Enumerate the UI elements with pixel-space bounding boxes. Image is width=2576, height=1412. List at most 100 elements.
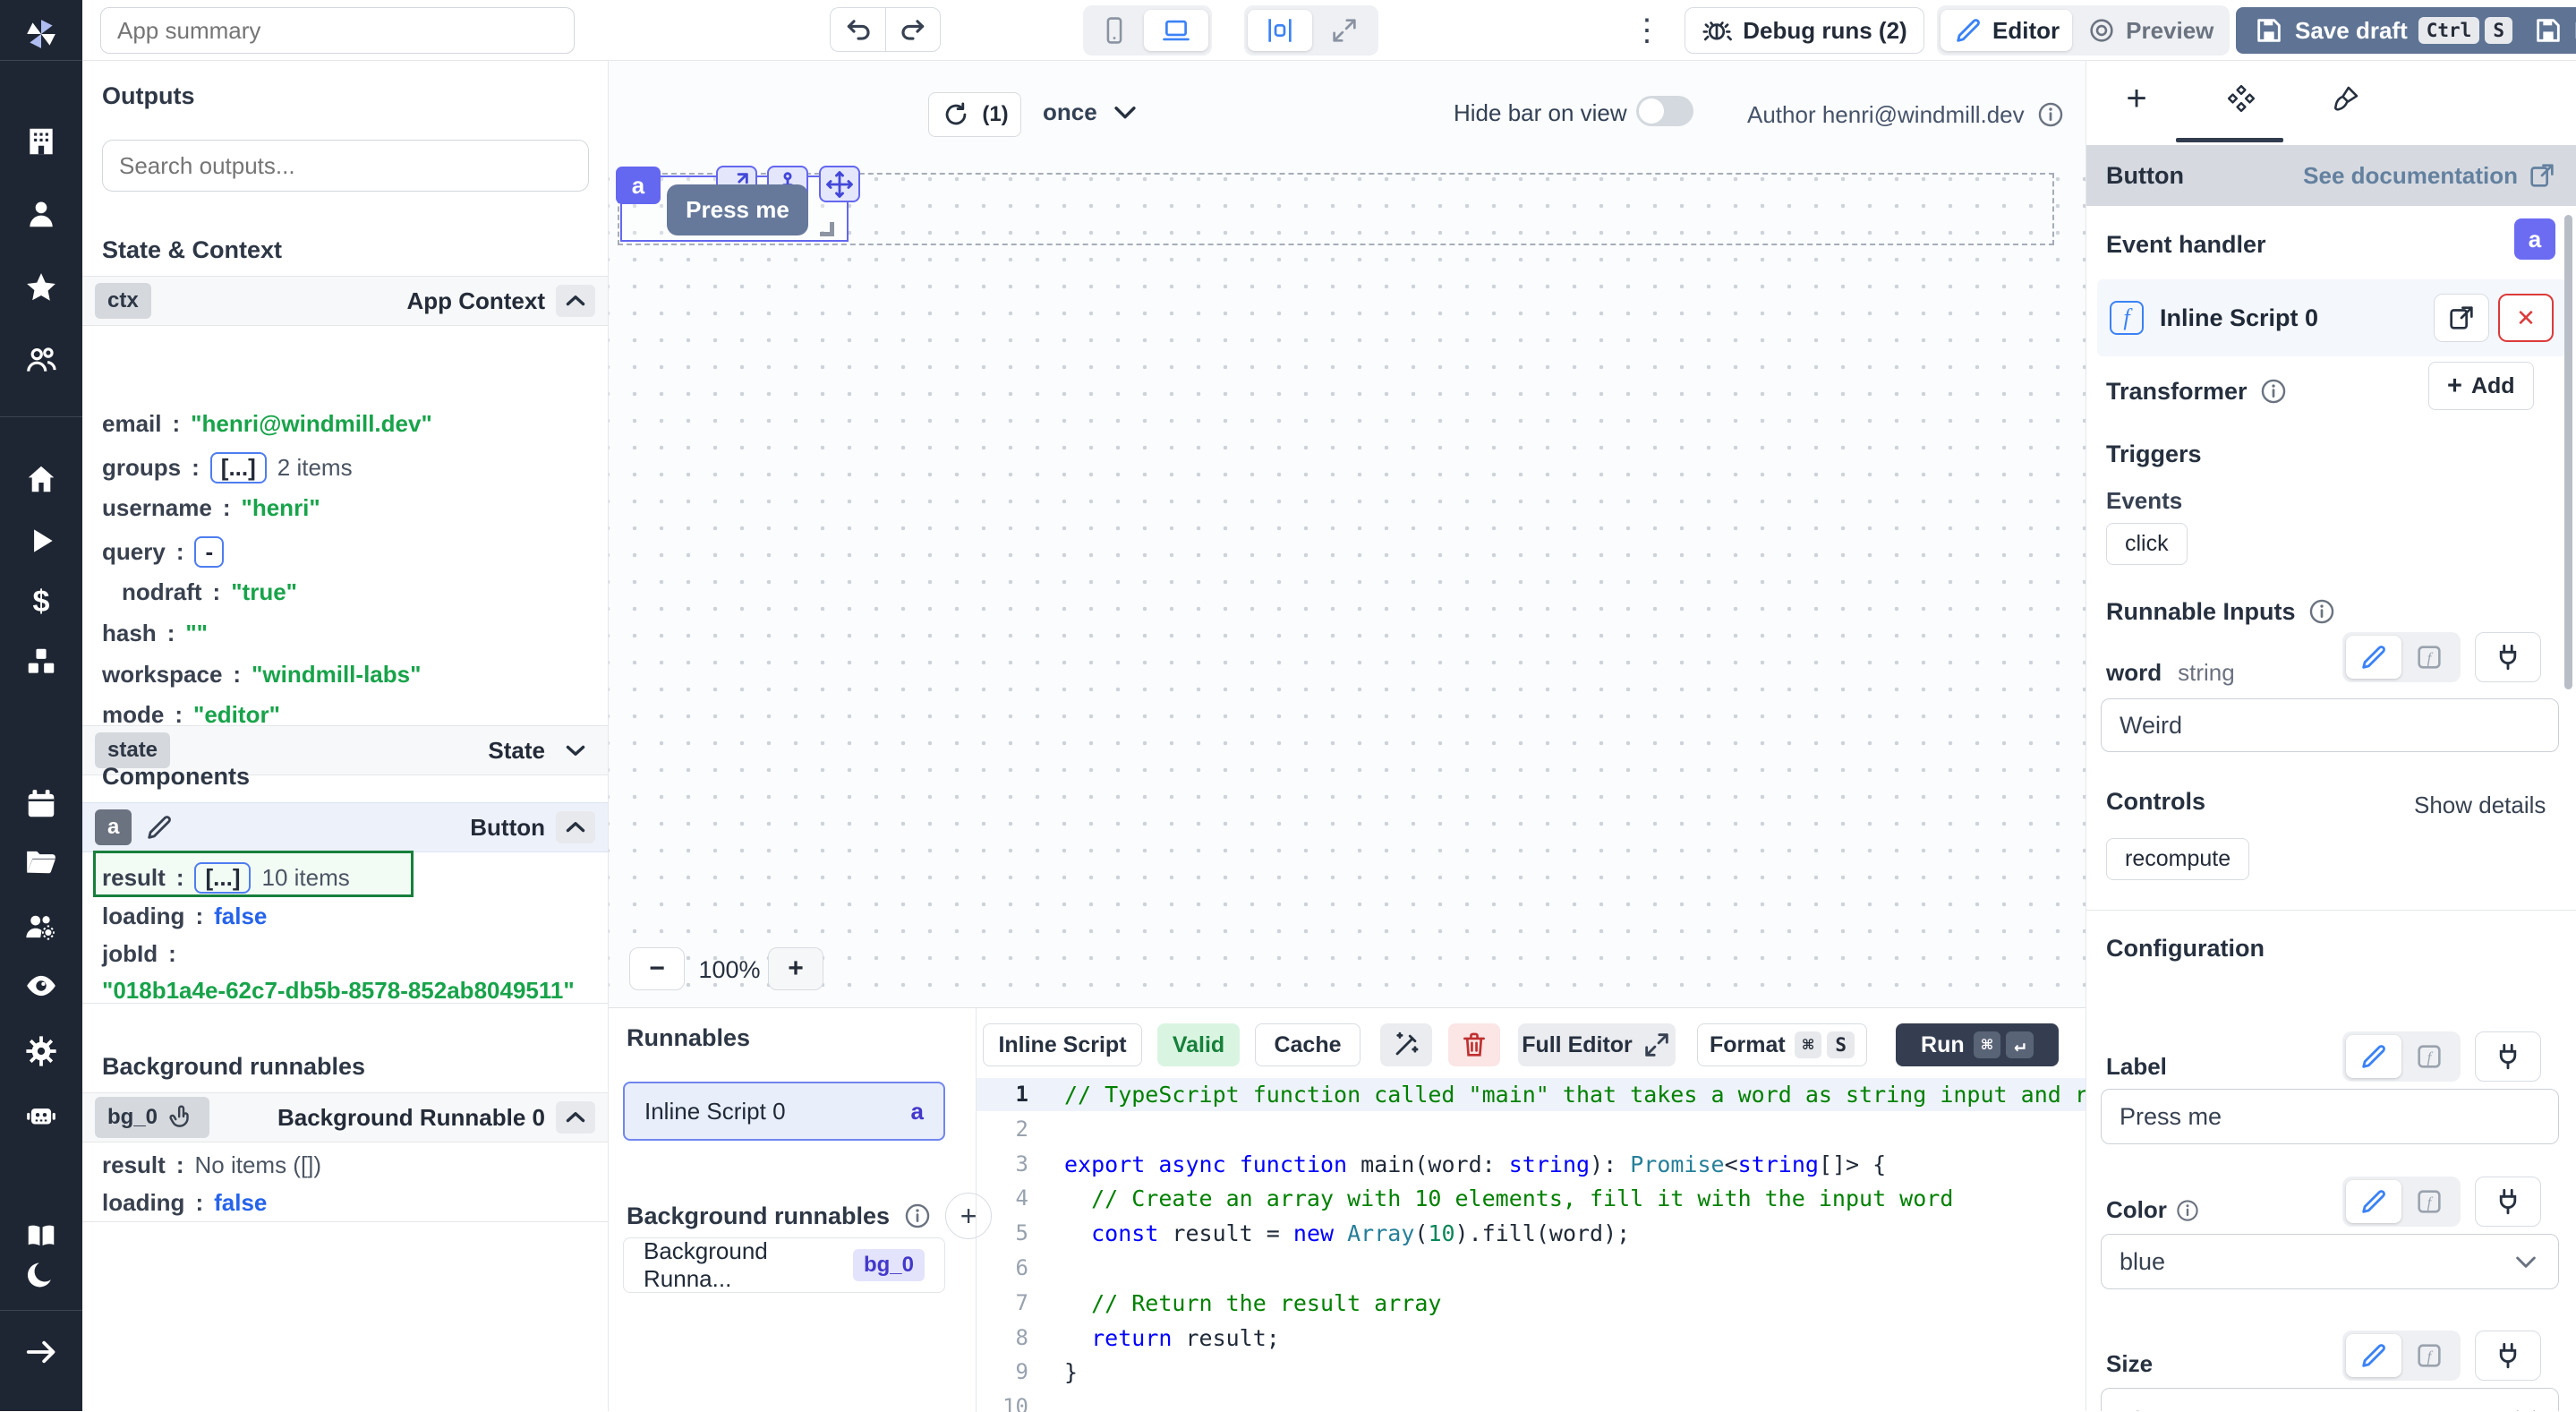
see-documentation-link[interactable]: See documentation [2303,160,2557,191]
ctx-collapse-button[interactable] [556,285,595,317]
config-select-color[interactable]: blue [2101,1234,2559,1289]
rail-eye-button[interactable] [0,964,82,1007]
eval-mode-button[interactable]: f [2401,636,2457,679]
debug-runs-button[interactable]: Debug runs (2) [1685,7,1924,54]
refresh-mode-select[interactable]: once [1043,97,1140,127]
ctx-row-workspace[interactable]: workspace:"windmill-labs" [102,661,421,689]
inline-script-row[interactable]: f Inline Script 0 ✕ [2097,279,2566,356]
rail-user-button[interactable] [0,193,82,235]
rail-book-button[interactable] [0,1214,82,1257]
bg0-collapse-button[interactable] [556,1101,595,1134]
format-button[interactable]: Format⌘S [1697,1023,1867,1066]
ctx-row-nodraft[interactable]: nodraft:"true" [122,578,297,606]
app-summary-input[interactable] [100,7,575,54]
static-value-mode-button[interactable] [2346,1035,2401,1078]
tab-styling[interactable] [2310,73,2382,124]
eval-mode-button[interactable]: f [2401,1035,2457,1078]
open-script-button[interactable] [2434,294,2489,342]
word-input[interactable] [2101,698,2559,752]
undo-button[interactable] [830,7,885,52]
bg-row-result[interactable]: result:No items ([]) [102,1151,321,1179]
hide-bar-toggle[interactable] [1636,96,1693,126]
connect-input-button[interactable] [2475,1031,2541,1082]
cache-button[interactable]: Cache [1255,1023,1361,1066]
component-row-loading[interactable]: loading:false [102,903,267,930]
event-chip-click[interactable]: click [2106,523,2188,565]
rail-play-button[interactable] [0,519,82,562]
runnable-item-inline-script-0[interactable]: Inline Script 0a [623,1082,945,1141]
component-a-section-header[interactable]: a Button [82,802,608,852]
press-me-button[interactable]: Press me [667,184,808,235]
refresh-button[interactable]: (1) [928,92,1021,137]
component-row-jobId[interactable]: jobId: [102,940,176,968]
component-row-value[interactable]: "018b1a4e-62c7-db5b-8578-852ab8049511" [102,977,575,1005]
panel-scrollbar[interactable] [2564,215,2572,689]
app-canvas[interactable]: (1) once Hide bar on view Author henri@w… [609,61,2086,1007]
delete-script-button[interactable] [1448,1023,1500,1066]
connect-input-button[interactable] [2475,1331,2541,1381]
config-select-size[interactable]: xs [2101,1388,2559,1411]
config-input-label[interactable] [2101,1089,2559,1144]
rail-building-button[interactable] [0,120,82,163]
rail-users-gear-button[interactable] [0,906,82,949]
add-transformer-button[interactable]: +Add [2428,362,2534,410]
save-draft-button[interactable]: Save draft CtrlS [2236,7,2530,54]
rail-users-button[interactable] [0,338,82,381]
edit-component-icon[interactable] [144,812,175,843]
mobile-view-button[interactable] [1087,10,1142,51]
eval-mode-button[interactable]: f [2401,1180,2457,1223]
deploy-button[interactable]: Deploy [2515,7,2576,54]
tab-preview[interactable]: Preview [2074,10,2226,51]
code-editor[interactable]: 1// TypeScript function called "main" th… [977,1078,2086,1412]
ctx-row-hash[interactable]: hash:"" [102,620,208,647]
rail-moon-button[interactable] [0,1254,82,1296]
redo-button[interactable] [885,7,941,52]
zoom-in-button[interactable]: + [768,947,823,990]
connect-input-button[interactable] [2475,632,2541,682]
ctx-row-query[interactable]: query:- [102,536,224,568]
rail-home-button[interactable] [0,458,82,501]
static-value-mode-button[interactable] [2346,636,2401,679]
rail-arrow-right-button[interactable] [0,1331,82,1373]
tab-component-settings[interactable] [2201,73,2282,124]
zoom-out-button[interactable]: − [629,947,685,990]
ctx-row-email[interactable]: email:"henri@windmill.dev" [102,410,432,438]
static-value-mode-button[interactable] [2346,1334,2401,1377]
bg-runnable-item[interactable]: Background Runna...bg_0 [623,1237,945,1293]
rail-dollar-button[interactable]: $ [0,580,82,623]
rail-gear-button[interactable] [0,1030,82,1073]
rail-cubes-button[interactable] [0,640,82,683]
remove-script-button[interactable]: ✕ [2498,294,2554,342]
run-button[interactable]: Run⌘↵ [1896,1023,2059,1066]
bg0-section-header[interactable]: bg_0 Background Runnable 0 [82,1092,608,1142]
move-component-button[interactable] [819,166,860,202]
desktop-view-button[interactable] [1144,10,1208,51]
bg-row-loading[interactable]: loading:false [102,1189,267,1217]
component-collapse-button[interactable] [556,811,595,843]
fullwidth-layout-button[interactable] [1314,10,1375,51]
resize-handle[interactable] [820,222,834,236]
rail-folder-button[interactable] [0,840,82,883]
component-row-result[interactable]: result:[...]10 items [102,862,350,894]
tab-editor[interactable]: Editor [1941,10,2072,51]
rail-windmill-logo-button[interactable] [0,13,82,56]
control-chip-recompute[interactable]: recompute [2106,838,2249,880]
ai-assistant-button[interactable] [1380,1023,1432,1066]
inline-script-tab[interactable]: Inline Script [983,1023,1142,1066]
search-outputs-input[interactable] [102,140,589,192]
ctx-section-header[interactable]: ctx App Context [82,276,608,326]
rail-star-button[interactable] [0,266,82,309]
static-value-mode-button[interactable] [2346,1180,2401,1223]
ctx-row-groups[interactable]: groups:[...]2 items [102,452,353,484]
rail-calendar-button[interactable] [0,783,82,826]
tab-insert-component[interactable]: + [2111,73,2162,124]
centered-layout-button[interactable] [1248,10,1312,51]
eval-mode-button[interactable]: f [2401,1334,2457,1377]
connect-input-button[interactable] [2475,1177,2541,1227]
rail-robot-button[interactable] [0,1094,82,1137]
show-details-link[interactable]: Show details [2414,792,2546,819]
state-expand-button[interactable] [556,734,595,766]
ctx-row-username[interactable]: username:"henri" [102,494,320,522]
more-menu-button[interactable]: ⋮ [1627,9,1667,52]
full-editor-button[interactable]: Full Editor [1518,1023,1676,1066]
